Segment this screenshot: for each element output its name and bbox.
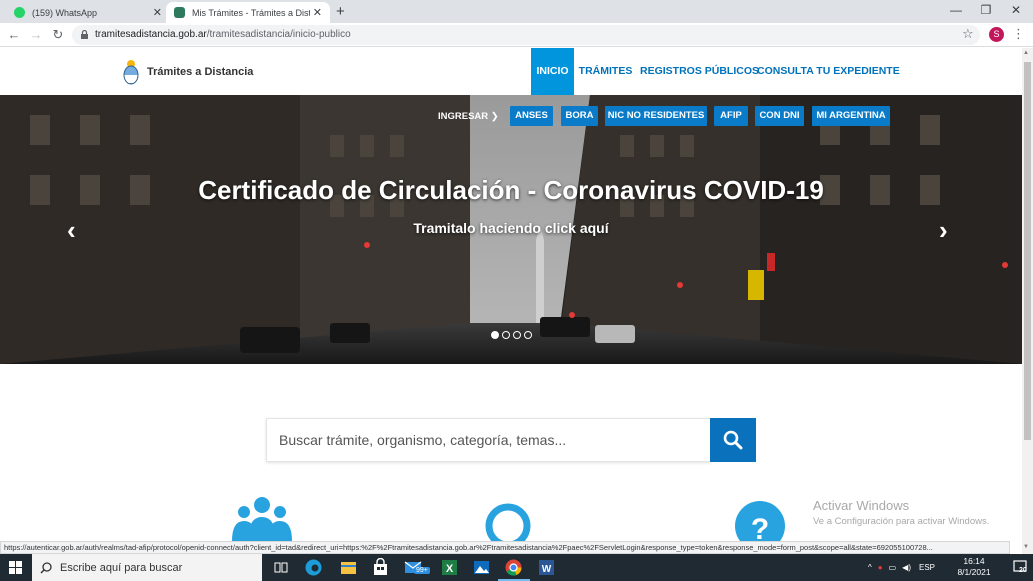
search-button[interactable] bbox=[710, 418, 756, 462]
chrome-icon[interactable] bbox=[504, 558, 523, 577]
nic-no-residentes-button[interactable]: NIC NO RESIDENTES bbox=[605, 106, 707, 126]
afip-button[interactable]: AFIP bbox=[714, 106, 748, 126]
bookmark-star-icon[interactable]: ☆ bbox=[962, 26, 974, 42]
scroll-up-icon[interactable]: ▲ bbox=[1023, 50, 1029, 56]
search-icon bbox=[40, 561, 52, 574]
tab-title: Mis Trámites - Trámites a Distancia bbox=[192, 7, 310, 18]
search-icon bbox=[723, 430, 743, 450]
tab-whatsapp[interactable]: (159) WhatsApp ✕ bbox=[6, 2, 170, 23]
lock-icon bbox=[81, 30, 88, 39]
system-tray: ^ ● ▭ ◀) ESP bbox=[868, 554, 935, 581]
hero-subtitle[interactable]: Tramitalo haciendo click aquí bbox=[0, 220, 1022, 236]
watermark-title: Activar Windows bbox=[813, 498, 910, 513]
search-input[interactable] bbox=[267, 419, 711, 461]
con-dni-button[interactable]: CON DNI bbox=[755, 106, 804, 126]
scroll-thumb[interactable] bbox=[1024, 62, 1031, 440]
back-icon[interactable]: ← bbox=[5, 27, 23, 42]
carousel-next-icon[interactable]: › bbox=[939, 215, 948, 246]
carousel-indicators bbox=[491, 331, 532, 339]
carousel-dot[interactable] bbox=[513, 331, 521, 339]
nav-consulta-expediente[interactable]: CONSULTA TU EXPEDIENTE bbox=[757, 48, 900, 95]
svg-text:X: X bbox=[446, 563, 454, 575]
svg-text:?: ? bbox=[751, 513, 769, 541]
mi-argentina-button[interactable]: MI ARGENTINA bbox=[812, 106, 890, 126]
anses-button[interactable]: ANSES bbox=[510, 106, 553, 126]
carousel-dot[interactable] bbox=[491, 331, 499, 339]
file-explorer-icon[interactable] bbox=[339, 558, 358, 577]
edge-icon[interactable] bbox=[304, 558, 323, 577]
windows-taskbar: Escribe aquí para buscar 99+ X W ^ ● ▭ ◀ bbox=[0, 554, 1033, 581]
task-view-icon[interactable] bbox=[272, 558, 291, 577]
whatsapp-icon bbox=[14, 7, 25, 18]
window-close-icon[interactable]: ✕ bbox=[1006, 3, 1026, 17]
site-logo[interactable]: Trámites a Distancia bbox=[122, 58, 253, 86]
nav-registros-publicos[interactable]: REGISTROS PÚBLICOS bbox=[640, 48, 759, 95]
excel-icon[interactable]: X bbox=[440, 558, 459, 577]
notification-count: 20 bbox=[1019, 567, 1027, 574]
forward-icon[interactable]: → bbox=[27, 27, 45, 42]
photos-icon[interactable] bbox=[472, 558, 491, 577]
tray-overflow-icon[interactable]: ^ bbox=[868, 563, 872, 572]
nav-inicio[interactable]: INICIO bbox=[531, 48, 574, 95]
volume-icon[interactable]: ◀) bbox=[902, 563, 911, 572]
close-icon[interactable]: ✕ bbox=[313, 6, 322, 19]
windows-activation-watermark: Activar Windows Ve a Configuración para … bbox=[813, 498, 989, 527]
url-text: tramitesadistancia.gob.ar/tramitesadista… bbox=[95, 29, 351, 40]
carousel-dot[interactable] bbox=[524, 331, 532, 339]
network-status-icon[interactable]: ● bbox=[878, 563, 883, 572]
store-icon[interactable] bbox=[371, 558, 390, 577]
nav-tramites[interactable]: TRÁMITES bbox=[578, 48, 633, 95]
clock-time: 16:14 bbox=[963, 556, 985, 566]
site-header: Trámites a Distancia INICIO TRÁMITES REG… bbox=[0, 48, 1022, 95]
url-field[interactable]: tramitesadistancia.gob.ar/tramitesadista… bbox=[72, 25, 980, 45]
mail-unread-badge: 99+ bbox=[414, 567, 430, 574]
svg-text:W: W bbox=[542, 564, 552, 575]
word-icon[interactable]: W bbox=[537, 558, 556, 577]
coat-of-arms-icon bbox=[123, 60, 139, 85]
tab-mis-tramites[interactable]: Mis Trámites - Trámites a Distancia ✕ bbox=[166, 2, 330, 23]
minimize-icon[interactable]: — bbox=[946, 3, 966, 17]
close-icon[interactable]: ✕ bbox=[153, 6, 162, 19]
taskbar-clock[interactable]: 16:14 8/1/2021 bbox=[952, 556, 996, 578]
carousel-dot[interactable] bbox=[502, 331, 510, 339]
reload-icon[interactable]: ↻ bbox=[49, 27, 67, 43]
profile-avatar[interactable]: S bbox=[989, 27, 1004, 42]
help-question-icon[interactable]: ? bbox=[734, 500, 786, 541]
browser-tab-strip: (159) WhatsApp ✕ Mis Trámites - Trámites… bbox=[0, 0, 1033, 23]
taskbar-search-placeholder: Escribe aquí para buscar bbox=[60, 561, 183, 574]
page-scrollbar[interactable]: ▲ ▼ bbox=[1022, 48, 1033, 554]
carousel-prev-icon[interactable]: ‹ bbox=[67, 215, 76, 246]
scroll-down-icon[interactable]: ▼ bbox=[1023, 544, 1029, 550]
language-indicator[interactable]: ESP bbox=[919, 563, 935, 572]
tab-title: (159) WhatsApp bbox=[32, 7, 98, 18]
search-box bbox=[266, 418, 711, 462]
browser-menu-icon[interactable]: ⋮ bbox=[1012, 26, 1025, 42]
search-category-icon[interactable] bbox=[483, 500, 533, 541]
bora-button[interactable]: BORA bbox=[561, 106, 598, 126]
taskbar-search-box[interactable]: Escribe aquí para buscar bbox=[32, 554, 262, 581]
hero-carousel[interactable]: INGRESAR ❯ ANSES BORA NIC NO RESIDENTES … bbox=[0, 95, 1022, 364]
site-logo-text: Trámites a Distancia bbox=[147, 66, 254, 78]
people-group-icon[interactable] bbox=[230, 495, 294, 541]
link-status-bar: https://autenticar.gob.ar/auth/realms/ta… bbox=[0, 541, 1010, 554]
ingresar-label: INGRESAR ❯ bbox=[438, 111, 499, 122]
new-tab-button[interactable]: + bbox=[336, 3, 345, 20]
watermark-subtitle: Ve a Configuración para activar Windows. bbox=[813, 516, 990, 527]
windows-start-icon[interactable] bbox=[9, 561, 22, 574]
hero-title[interactable]: Certificado de Circulación - Coronavirus… bbox=[0, 175, 1022, 206]
clock-date: 8/1/2021 bbox=[957, 567, 991, 577]
restore-icon[interactable]: ❐ bbox=[976, 3, 996, 17]
site-favicon-icon bbox=[174, 7, 185, 18]
address-bar-row: ← → ↻ tramitesadistancia.gob.ar/tramites… bbox=[0, 23, 1033, 47]
battery-icon[interactable]: ▭ bbox=[889, 563, 897, 572]
